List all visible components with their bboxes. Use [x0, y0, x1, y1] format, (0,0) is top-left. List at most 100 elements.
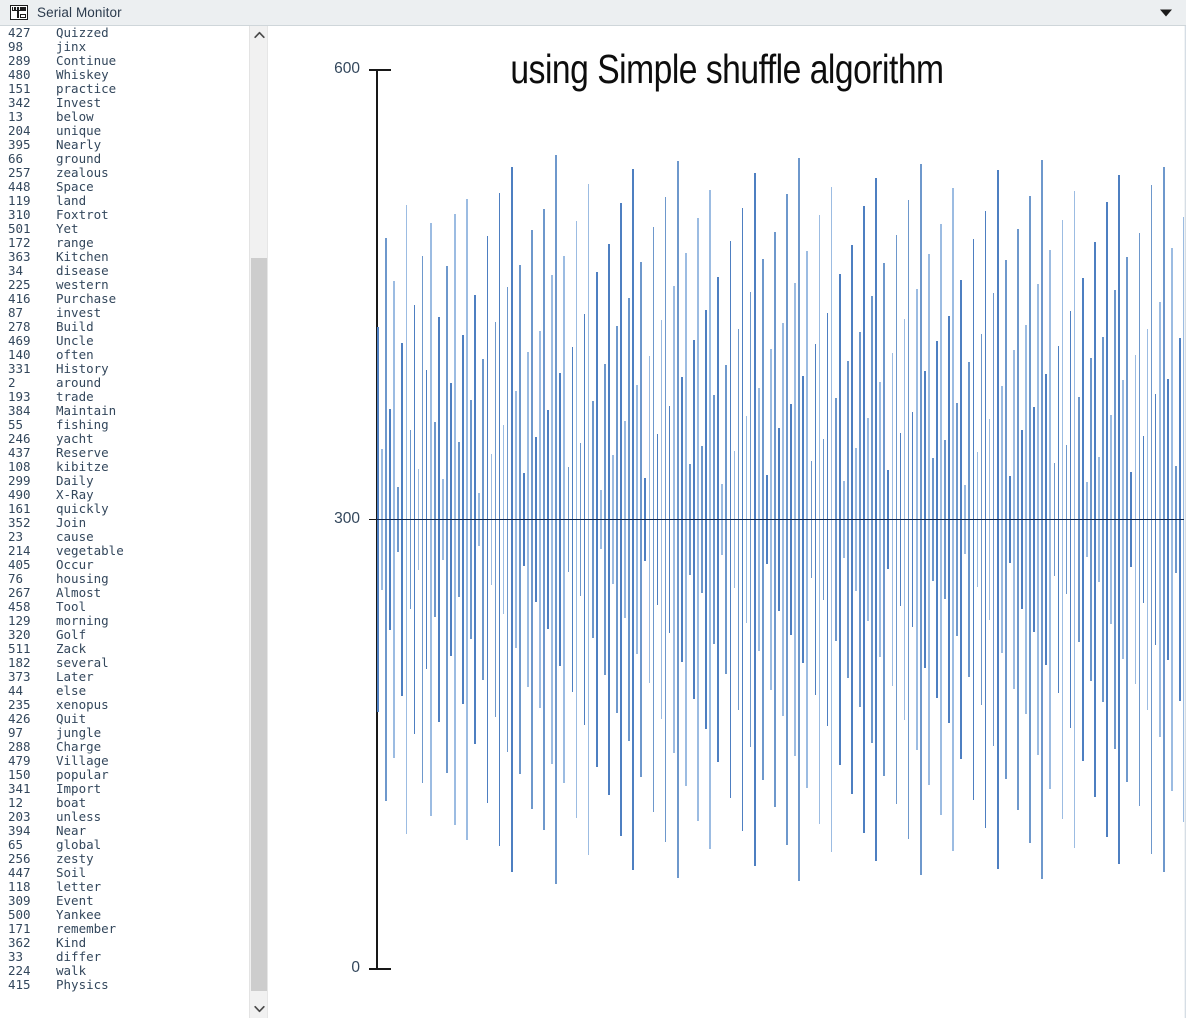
list-item-number: 171 — [8, 921, 31, 936]
list-item: 416 Purchase — [0, 292, 250, 306]
serial-output-list: 427 Quizzed 98 jinx 289 Continue 480 Whiskey 151… — [0, 26, 250, 992]
list-item-number: 415 — [8, 977, 31, 992]
list-item: 437 Reserve — [0, 446, 250, 460]
list-item: 98 jinx — [0, 40, 250, 54]
list-item-word: Later — [56, 669, 94, 684]
list-item-word: often — [56, 347, 94, 362]
list-item-word: Uncle — [56, 333, 94, 348]
list-item-word: ground — [56, 151, 102, 166]
list-item-word: X-Ray — [56, 487, 94, 502]
list-item-word: Purchase — [56, 291, 117, 306]
list-item-number: 214 — [8, 543, 31, 558]
serial-output-panel[interactable]: 427 Quizzed 98 jinx 289 Continue 480 Whiskey 151… — [0, 26, 250, 1006]
chart-plot-area: 0 300 600 — [268, 26, 1186, 1018]
list-item-word: Near — [56, 823, 87, 838]
list-item-word: Join — [56, 515, 87, 530]
list-item-word: Import — [56, 781, 102, 796]
list-item: 352 Join — [0, 516, 250, 530]
list-item-word: yacht — [56, 431, 94, 446]
list-item-word: else — [56, 683, 87, 698]
shuffle-chart-panel: using Simple shuffle algorithm 0 300 600 — [268, 26, 1186, 1018]
list-item-number: 511 — [8, 641, 31, 656]
list-item-number: 384 — [8, 403, 31, 418]
list-item: 395 Nearly — [0, 138, 250, 152]
list-item-word: walk — [56, 963, 87, 978]
list-item-word: Almost — [56, 585, 102, 600]
window-titlebar: Serial Monitor — [0, 0, 1186, 26]
list-item-word: disease — [56, 263, 109, 278]
list-item: 33 differ — [0, 950, 250, 964]
list-item-number: 427 — [8, 26, 31, 40]
list-item-number: 97 — [8, 725, 24, 740]
list-item: 161 quickly — [0, 502, 250, 516]
list-item-number: 66 — [8, 151, 24, 166]
list-item-number: 363 — [8, 249, 31, 264]
list-item-number: 480 — [8, 67, 31, 82]
list-item: 182 several — [0, 656, 250, 670]
list-item-number: 257 — [8, 165, 31, 180]
list-item-number: 225 — [8, 277, 31, 292]
list-item: 246 yacht — [0, 432, 250, 446]
list-item-word: remember — [56, 921, 117, 936]
list-item: 257 zealous — [0, 166, 250, 180]
list-item-number: 362 — [8, 935, 31, 950]
list-item-word: Foxtrot — [56, 207, 109, 222]
list-item-number: 246 — [8, 431, 31, 446]
list-item-number: 278 — [8, 319, 31, 334]
list-item-word: below — [56, 109, 94, 124]
list-item-word: Yankee — [56, 907, 102, 922]
list-item: 289 Continue — [0, 54, 250, 68]
list-item-word: xenopus — [56, 697, 109, 712]
list-item-number: 500 — [8, 907, 31, 922]
list-item-word: Physics — [56, 977, 109, 992]
list-item-word: Yet — [56, 221, 79, 236]
scrollbar-thumb[interactable] — [251, 258, 267, 991]
list-item-word: jungle — [56, 725, 102, 740]
list-item-number: 182 — [8, 655, 31, 670]
list-item-number: 341 — [8, 781, 31, 796]
list-item-number: 34 — [8, 263, 24, 278]
list-item-word: Reserve — [56, 445, 109, 460]
list-item-word: Event — [56, 893, 94, 908]
serial-monitor-window: Serial Monitor 427 Quizzed 98 jinx 289 Contin… — [0, 0, 1186, 1018]
list-item-word: History — [56, 361, 109, 376]
list-item-number: 12 — [8, 795, 24, 810]
list-item: 448 Space — [0, 180, 250, 194]
list-item-word: Kind — [56, 935, 87, 950]
list-item-number: 98 — [8, 39, 24, 54]
chevron-up-icon[interactable] — [250, 26, 268, 44]
list-item-word: housing — [56, 571, 109, 586]
list-item: 12 boat — [0, 796, 250, 810]
list-item-word: differ — [56, 949, 102, 964]
list-item: 458 Tool — [0, 600, 250, 614]
list-item: 203 unless — [0, 810, 250, 824]
list-item-number: 203 — [8, 809, 31, 824]
list-item-word: Golf — [56, 627, 87, 642]
chevron-down-icon[interactable] — [250, 1000, 268, 1018]
list-item: 363 Kitchen — [0, 250, 250, 264]
list-item-word: Quizzed — [56, 26, 109, 40]
list-item: 320 Golf — [0, 628, 250, 642]
serial-output-scrollbar[interactable] — [249, 26, 268, 1018]
list-item-number: 405 — [8, 557, 31, 572]
list-item: 310 Foxtrot — [0, 208, 250, 222]
list-item-word: around — [56, 375, 102, 390]
list-item-word: practice — [56, 81, 117, 96]
list-item-word: Soil — [56, 865, 87, 880]
list-item-number: 352 — [8, 515, 31, 530]
list-item: 331 History — [0, 362, 250, 376]
chevron-down-icon[interactable] — [1160, 9, 1172, 16]
list-item-word: Tool — [56, 599, 87, 614]
list-item-word: Continue — [56, 53, 117, 68]
list-item-word: Occur — [56, 557, 94, 572]
list-item-number: 394 — [8, 823, 31, 838]
list-item-number: 395 — [8, 137, 31, 152]
y-axis-tick-label: 600 — [334, 60, 360, 77]
list-item-word: unique — [56, 123, 102, 138]
list-item-number: 469 — [8, 333, 31, 348]
list-item-word: letter — [56, 879, 102, 894]
list-item-number: 437 — [8, 445, 31, 460]
list-item-number: 256 — [8, 851, 31, 866]
list-item-word: western — [56, 277, 109, 292]
list-item-number: 140 — [8, 347, 31, 362]
